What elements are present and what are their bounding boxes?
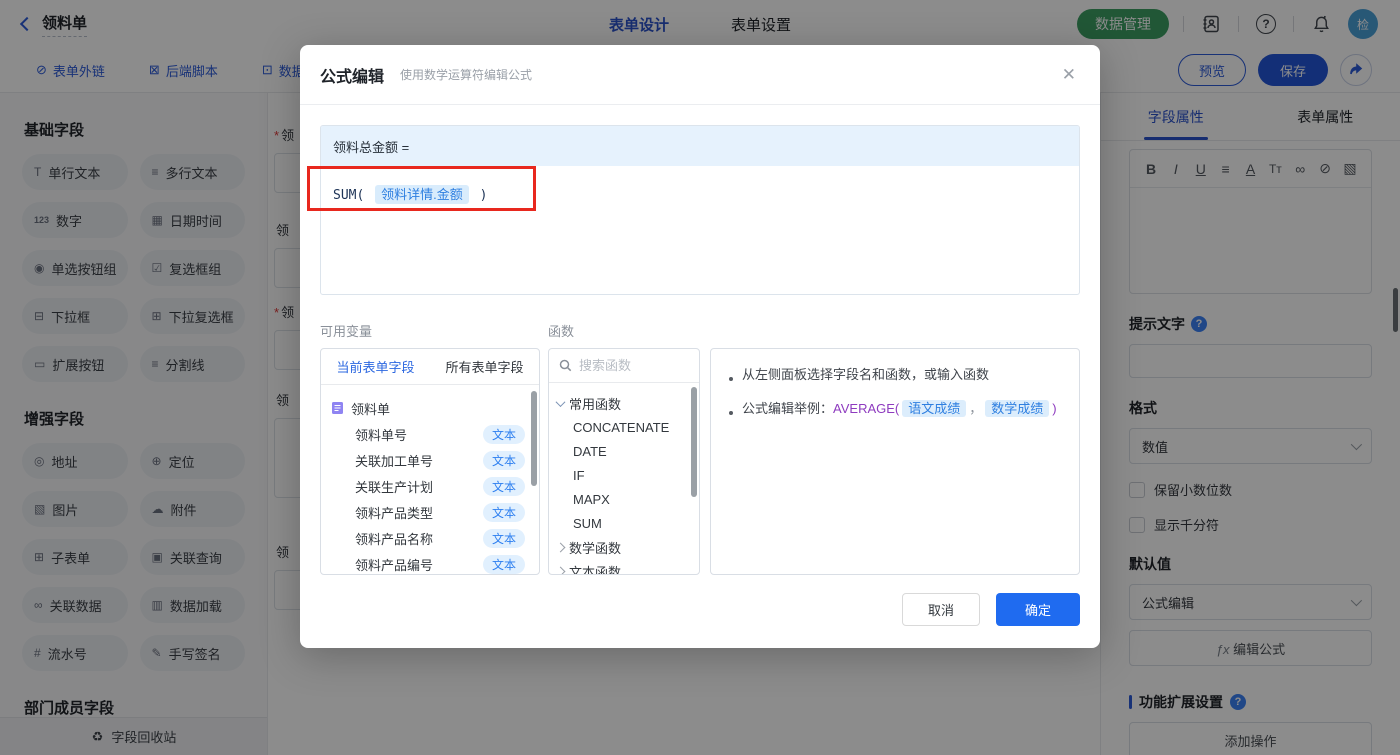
type-badge: 文本: [482, 450, 525, 470]
close-icon[interactable]: ✕: [1058, 61, 1080, 89]
variable-row[interactable]: 领料产品名称 文本: [331, 525, 539, 551]
functions-label: 函数: [548, 324, 575, 339]
example-token-1: 语文成绩: [902, 400, 967, 417]
variable-row[interactable]: 领料单号 文本: [331, 421, 539, 447]
chevron-down-icon: [555, 396, 566, 407]
function-group-text[interactable]: 文本函数: [555, 559, 699, 574]
variable-row[interactable]: 领料产品类型 文本: [331, 499, 539, 525]
tab-all-form-fields[interactable]: 所有表单字段: [430, 349, 539, 384]
type-badge: 文本: [482, 554, 525, 574]
example-function: AVERAGE(: [833, 401, 900, 416]
chevron-right-icon: [555, 566, 566, 574]
function-search[interactable]: [549, 349, 699, 383]
function-item-sum[interactable]: SUM: [557, 511, 699, 535]
type-badge: 文本: [482, 528, 525, 548]
functions-panel: 常用函数 CONCATENATE DATE IF MAPX SUM 数学函数 文…: [548, 348, 700, 575]
function-group-common[interactable]: 常用函数: [555, 391, 699, 415]
function-group-math[interactable]: 数学函数: [555, 535, 699, 559]
variables-label: 可用变量: [320, 324, 373, 339]
formula-close-paren: ): [479, 188, 488, 203]
formula-function: SUM(: [333, 188, 365, 203]
hints-panel: 从左侧面板选择字段名和函数，或输入函数 公式编辑举例：AVERAGE(语文成绩，…: [710, 348, 1080, 575]
scrollbar-thumb[interactable]: [691, 387, 697, 497]
function-item-concatenate[interactable]: CONCATENATE: [557, 415, 699, 439]
scrollbar-thumb[interactable]: [531, 391, 537, 486]
variables-root-node[interactable]: 领料单: [331, 395, 539, 421]
function-item-mapx[interactable]: MAPX: [557, 487, 699, 511]
chevron-right-icon: [555, 542, 566, 552]
function-item-date[interactable]: DATE: [557, 439, 699, 463]
hint-line-2: 公式编辑举例：AVERAGE(语文成绩，数学成绩): [742, 400, 1057, 417]
function-item-if[interactable]: IF: [557, 463, 699, 487]
bullet-icon: [729, 411, 733, 415]
modal-subtitle: 使用数学运算符编辑公式: [400, 68, 533, 82]
app-root: 领料单 表单设计 表单设置 数据管理 ? 检 ⊘ 表单外链 ⊠ 后端脚本 ⊡ 预…: [0, 0, 1400, 755]
tab-current-form-fields[interactable]: 当前表单字段: [321, 349, 430, 384]
variable-row[interactable]: 关联加工单号 文本: [331, 447, 539, 473]
example-token-2: 数学成绩: [985, 400, 1050, 417]
type-badge: 文本: [482, 424, 525, 444]
variable-row[interactable]: 领料产品编号 文本: [331, 551, 539, 574]
document-icon: [332, 402, 343, 414]
type-badge: 文本: [482, 476, 525, 496]
formula-editor-area[interactable]: 领料总金额 = SUM( 领料详情.金额 ): [320, 125, 1080, 295]
formula-field-token[interactable]: 领料详情.金额: [375, 185, 469, 204]
formula-target: 领料总金额 =: [321, 126, 1079, 166]
function-search-input[interactable]: [579, 358, 679, 373]
cancel-button[interactable]: 取消: [902, 593, 980, 626]
modal-title: 公式编辑: [320, 68, 385, 86]
formula-editor-modal: 公式编辑 使用数学运算符编辑公式 ✕ 领料总金额 = SUM( 领料详情.金额 …: [300, 45, 1100, 648]
search-icon: [559, 359, 572, 372]
variable-row[interactable]: 关联生产计划 文本: [331, 473, 539, 499]
hint-line-1: 从左侧面板选择字段名和函数，或输入函数: [742, 367, 990, 382]
formula-expression[interactable]: SUM( 领料详情.金额 ): [321, 166, 1079, 221]
confirm-button[interactable]: 确定: [996, 593, 1080, 626]
variables-panel: 当前表单字段 所有表单字段 领料单 领料单号 文本 关联加工单号 文本 关联生产计划…: [320, 348, 540, 575]
type-badge: 文本: [482, 502, 525, 522]
bullet-icon: [729, 377, 733, 381]
